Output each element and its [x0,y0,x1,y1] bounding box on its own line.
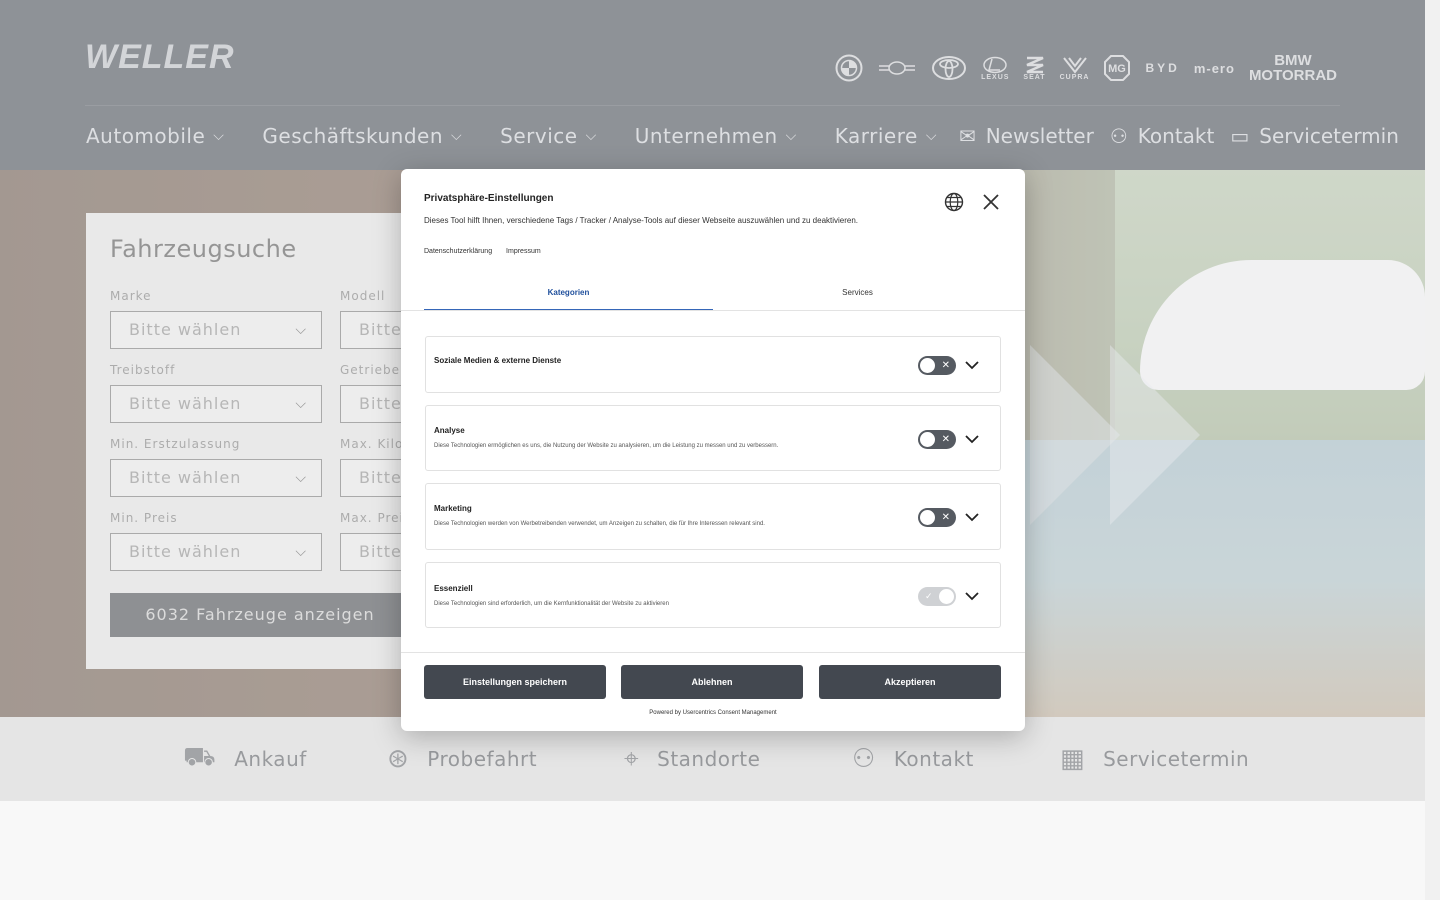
chevron-down-icon[interactable] [964,588,980,604]
save-settings-button[interactable]: Einstellungen speichern [424,665,606,699]
dialog-description: Dieses Tool hilft Ihnen, verschiedene Ta… [424,216,859,225]
page-scrollbar[interactable] [1425,0,1440,900]
category-toggle-locked: ✓ [918,587,956,606]
tab-categories[interactable]: Kategorien [424,279,713,311]
x-icon: ✕ [941,434,950,445]
x-icon: ✕ [941,512,950,523]
accept-button[interactable]: Akzeptieren [819,665,1001,699]
close-icon[interactable] [981,192,1001,212]
chevron-down-icon[interactable] [964,431,980,447]
privacy-policy-link[interactable]: Datenschutzerklärung [424,248,492,255]
category-analyse[interactable]: Analyse Diese Technologien ermöglichen e… [425,405,1001,471]
check-icon: ✓ [925,591,933,601]
tab-services[interactable]: Services [713,279,1002,309]
privacy-settings-dialog: Privatsphäre-Einstellungen Dieses Tool h… [401,169,1025,731]
category-essenziell[interactable]: Essenziell Diese Technologien sind erfor… [425,562,1001,628]
x-icon: ✕ [941,360,950,371]
category-toggle[interactable]: ✕ [918,356,956,375]
category-toggle[interactable]: ✕ [918,508,956,527]
chevron-down-icon[interactable] [964,509,980,525]
dialog-tabs: Kategorien Services [424,279,1002,311]
language-globe-icon[interactable] [944,192,964,212]
deny-button[interactable]: Ablehnen [621,665,803,699]
footer-divider [401,652,1025,653]
category-toggle[interactable]: ✕ [918,430,956,449]
imprint-link[interactable]: Impressum [506,248,541,255]
tab-divider [401,310,1025,311]
category-social-media[interactable]: Soziale Medien & externe Dienste ✕ [425,336,1001,393]
dialog-links: Datenschutzerklärung Impressum [424,248,553,255]
page: WELLER LEXUS SEAT CUPRA MG BYD m-ero BMW… [0,0,1425,900]
dialog-title: Privatsphäre-Einstellungen [424,193,554,204]
chevron-down-icon[interactable] [964,357,980,373]
powered-by-text: Powered by Usercentrics Consent Manageme… [649,710,777,716]
category-marketing[interactable]: Marketing Diese Technologien werden von … [425,483,1001,550]
